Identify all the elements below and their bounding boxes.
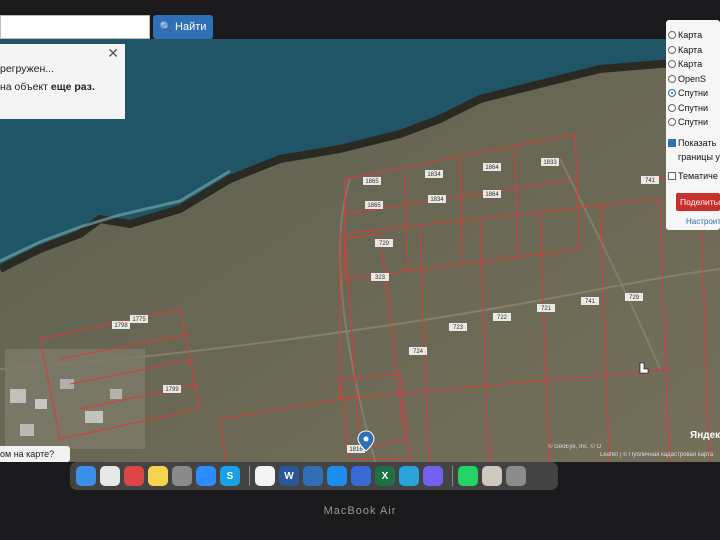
- layer-radio[interactable]: [668, 118, 676, 127]
- parcel-label[interactable]: 1865: [365, 179, 379, 185]
- layer-radio[interactable]: [668, 60, 676, 69]
- village: [5, 349, 145, 449]
- notice-line2-bold: еще раз.: [50, 81, 95, 93]
- parcel-label[interactable]: 729: [379, 241, 390, 247]
- layer-radio[interactable]: [668, 74, 676, 83]
- parcel-label[interactable]: 1864: [485, 192, 499, 198]
- parcel-label[interactable]: 1864: [485, 165, 499, 171]
- settings-link[interactable]: Настроить: [686, 217, 720, 226]
- textedit-icon[interactable]: [255, 466, 275, 486]
- layer-option[interactable]: Карта: [666, 57, 720, 72]
- layer-option[interactable]: Спутни: [666, 101, 720, 116]
- parcel-label[interactable]: 721: [541, 306, 552, 312]
- layer-option[interactable]: Карта: [666, 28, 720, 43]
- whatsapp-icon[interactable]: [458, 466, 478, 486]
- excel-icon[interactable]: X: [375, 466, 395, 486]
- telegram-icon[interactable]: [399, 466, 419, 486]
- laptop-label: MacBook Air: [323, 505, 397, 517]
- show-borders-label-2: границы у: [678, 152, 720, 163]
- preview-icon[interactable]: [482, 466, 502, 486]
- tasks-icon[interactable]: [303, 466, 323, 486]
- parcel-label[interactable]: 1865: [367, 203, 381, 209]
- layer-label: OpenS: [678, 73, 707, 84]
- layer-label: Карта: [678, 44, 703, 55]
- chrome-icon[interactable]: [100, 466, 120, 486]
- mail-icon[interactable]: [351, 466, 371, 486]
- word-icon[interactable]: W: [279, 466, 299, 486]
- parcel-label[interactable]: 1775: [132, 317, 146, 323]
- dock-separator: [249, 466, 250, 486]
- viber-icon[interactable]: [423, 466, 443, 486]
- layer-radio[interactable]: [668, 89, 676, 98]
- show-borders-option[interactable]: Показать: [666, 136, 720, 151]
- layer-radio[interactable]: [668, 45, 676, 54]
- parcel-label[interactable]: 723: [453, 325, 464, 331]
- notice-line2: на объект еще раз.: [0, 78, 121, 96]
- find-button[interactable]: 🔍 Найти: [153, 15, 213, 39]
- parcel-label[interactable]: 1834: [427, 172, 441, 178]
- parcel-label[interactable]: 1834: [430, 197, 444, 203]
- parcel-label[interactable]: 741: [585, 299, 596, 305]
- layer-option[interactable]: Карта: [666, 43, 720, 58]
- find-button-label: Найти: [175, 21, 207, 33]
- settings-icon[interactable]: [172, 466, 192, 486]
- layer-option[interactable]: OpenS: [666, 72, 720, 87]
- layer-label: Карта: [678, 59, 703, 70]
- layer-radio[interactable]: [668, 31, 676, 40]
- search-input[interactable]: [0, 15, 150, 39]
- parcel-label[interactable]: 1799: [165, 387, 179, 393]
- skype-icon[interactable]: S: [220, 466, 240, 486]
- map-question-link[interactable]: ом на карте?: [0, 446, 70, 462]
- layer-label: Спутни: [678, 117, 708, 128]
- search-icon: 🔍: [159, 21, 173, 33]
- parcel-label[interactable]: 741: [645, 178, 656, 184]
- close-icon[interactable]: ✕: [107, 44, 119, 62]
- show-borders-label: Показать: [678, 137, 717, 148]
- share-button[interactable]: Поделитьс: [676, 193, 720, 211]
- parcel-label[interactable]: 1798: [114, 323, 128, 329]
- dock-separator: [452, 466, 453, 486]
- parcel-label[interactable]: 724: [413, 349, 424, 355]
- show-borders-checkbox[interactable]: [668, 138, 676, 147]
- thematic-option[interactable]: Тематиче: [666, 169, 720, 184]
- parcel-label[interactable]: 729: [629, 295, 640, 301]
- thematic-label: Тематиче: [678, 170, 718, 181]
- zoom-icon[interactable]: [196, 466, 216, 486]
- layer-radio[interactable]: [668, 103, 676, 112]
- layer-option[interactable]: Спутни: [666, 115, 720, 130]
- layer-label: Спутни: [678, 102, 708, 113]
- parcel-label[interactable]: 1833: [543, 160, 557, 166]
- notice-line1: регружен...: [0, 63, 55, 75]
- layer-switcher: Карта Карта Карта OpenS Спутни Спутни Спутни П…: [666, 20, 720, 230]
- appstore-icon[interactable]: [327, 466, 347, 486]
- attribution-2: Leaflet | © Публичная кадастровая карта: [600, 452, 714, 458]
- thematic-checkbox[interactable]: [668, 171, 676, 180]
- parcel-label[interactable]: 323: [375, 275, 386, 281]
- trash-icon[interactable]: [506, 466, 526, 486]
- finder-icon[interactable]: [76, 466, 96, 486]
- yandex-logo: Яндек: [690, 430, 720, 441]
- launchpad-icon[interactable]: [124, 466, 144, 486]
- parcel-label[interactable]: 1816: [349, 447, 363, 453]
- notice-line2-prefix: на объект: [0, 81, 51, 93]
- parcel-label[interactable]: 722: [497, 315, 508, 321]
- macos-dock: SWX: [70, 462, 558, 490]
- layer-option[interactable]: Спутни: [666, 86, 720, 101]
- notice-popup: ✕ регружен... на объект еще раз.: [0, 44, 125, 119]
- notes-icon[interactable]: [148, 466, 168, 486]
- satellite-map[interactable]: 1865 1834 1864 1833 1865 1834 1864 741 729 724 723…: [0, 0, 720, 462]
- layer-label: Спутни: [678, 88, 708, 99]
- layer-label: Карта: [678, 30, 703, 41]
